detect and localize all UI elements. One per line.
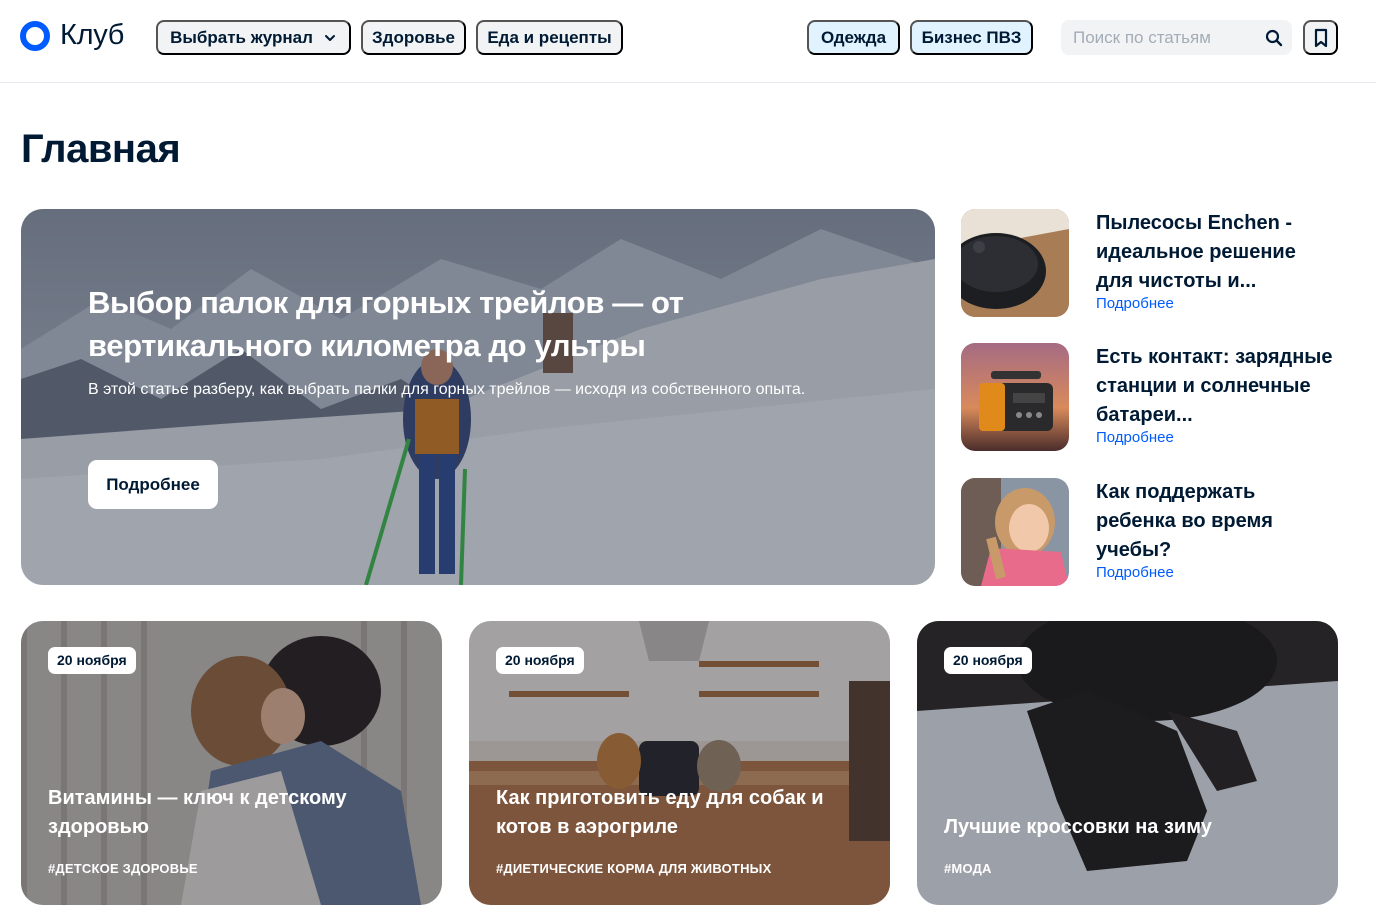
side-article-child-study[interactable]: Как поддержать ребенка во время учебы? П…: [961, 478, 1361, 588]
nav-item-business-pvz[interactable]: Бизнес ПВЗ: [910, 20, 1033, 55]
power-station-thumbnail: [961, 343, 1069, 451]
child-thumbnail: [961, 478, 1069, 586]
journal-select-label: Выбрать журнал: [170, 27, 313, 47]
hero-more-button[interactable]: Подробнее: [88, 460, 218, 509]
brand-logo[interactable]: Клуб: [20, 19, 124, 52]
side-article-more-link[interactable]: Подробнее: [1096, 564, 1174, 581]
side-article-title[interactable]: Как поддержать ребенка во время учебы?: [1096, 478, 1336, 565]
card-title[interactable]: Как приготовить еду для собак и котов в …: [496, 784, 856, 842]
search-icon[interactable]: [1264, 28, 1284, 48]
bookmarks-button[interactable]: [1303, 20, 1338, 55]
nav-item-food[interactable]: Еда и рецепты: [476, 20, 623, 55]
hero-article[interactable]: Выбор палок для горных трейлов — от верт…: [21, 209, 935, 585]
chevron-down-icon: [323, 31, 337, 45]
card-tag[interactable]: #диетические корма для животных: [496, 861, 771, 876]
journal-select-dropdown[interactable]: Выбрать журнал: [156, 20, 351, 55]
side-article-more-link[interactable]: Подробнее: [1096, 429, 1174, 446]
card-date-badge: 20 ноября: [496, 647, 584, 674]
card-date-badge: 20 ноября: [944, 647, 1032, 674]
card-title[interactable]: Витамины — ключ к детскому здоровью: [48, 784, 408, 842]
card-winter-sneakers[interactable]: 20 ноября Лучшие кроссовки на зиму #мода: [917, 621, 1338, 905]
vacuum-thumbnail: [961, 209, 1069, 317]
card-vitamins[interactable]: 20 ноября Витамины — ключ к детскому здо…: [21, 621, 442, 905]
side-article-power-station[interactable]: Есть контакт: зарядные станции и солнечн…: [961, 343, 1361, 453]
card-tag[interactable]: #мода: [944, 861, 992, 876]
search-box: [1061, 20, 1292, 55]
side-article-title[interactable]: Есть контакт: зарядные станции и солнечн…: [1096, 343, 1336, 430]
card-tag[interactable]: #детское здоровье: [48, 861, 198, 876]
side-article-vacuum[interactable]: Пылесосы Enchen - идеальное решение для …: [961, 209, 1361, 319]
hero-title: Выбор палок для горных трейлов — от верт…: [88, 285, 684, 363]
side-article-more-link[interactable]: Подробнее: [1096, 295, 1174, 312]
logo-ring-icon: [20, 20, 50, 51]
bookmark-icon: [1312, 28, 1330, 48]
nav-item-health[interactable]: Здоровье: [361, 20, 466, 55]
brand-name: Клуб: [60, 19, 125, 51]
side-article-title[interactable]: Пылесосы Enchen - идеальное решение для …: [1096, 209, 1336, 296]
card-title[interactable]: Лучшие кроссовки на зиму: [944, 813, 1304, 842]
page-title: Главная: [21, 127, 181, 171]
hero-description: В этой статье разберу, как выбрать палки…: [88, 381, 806, 398]
search-input[interactable]: [1061, 20, 1251, 55]
nav-item-clothes[interactable]: Одежда: [807, 20, 900, 55]
card-pet-food[interactable]: 20 ноября Как приготовить еду для собак …: [469, 621, 890, 905]
card-date-badge: 20 ноября: [48, 647, 136, 674]
top-header: Клуб Выбрать журнал Здоровье Еда и рецеп…: [0, 0, 1376, 83]
